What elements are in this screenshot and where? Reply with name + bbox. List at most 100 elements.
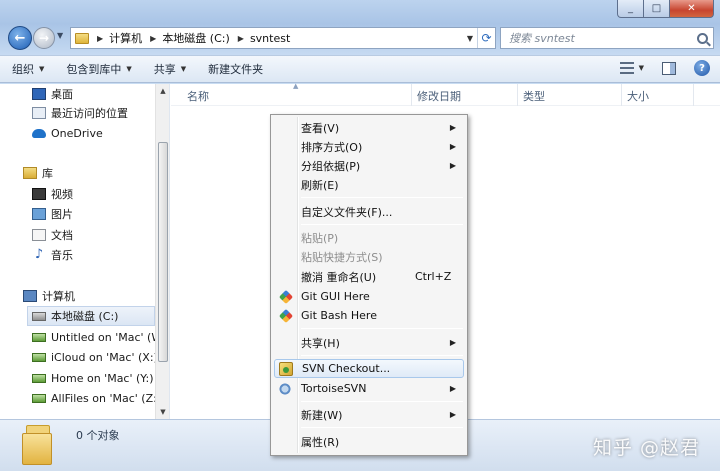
watermark-text: 知乎 @赵君 (592, 437, 700, 459)
folder-icon (22, 425, 58, 465)
back-button[interactable]: ← (8, 26, 32, 50)
minimize-button[interactable]: _ (617, 0, 644, 18)
views-icon[interactable] (619, 62, 634, 74)
column-name[interactable]: 名称 (187, 88, 209, 104)
menu-item-sort-by[interactable]: 排序方式(O) ▶ (274, 137, 464, 156)
menu-item-git-gui[interactable]: Git GUI Here (274, 287, 464, 306)
command-bar: 组织 ▼ 包含到库中 ▼ 共享 ▼ 新建文件夹 ▼ ? (0, 55, 720, 83)
nav-item-untitled-mac[interactable]: Untitled on 'Mac' (W (32, 327, 162, 347)
submenu-arrow-icon: ▶ (449, 384, 456, 393)
organize-button[interactable]: 组织 ▼ (12, 61, 44, 77)
nav-item-desktop[interactable]: 桌面 (32, 84, 73, 104)
column-date-modified[interactable]: 修改日期 (417, 88, 461, 104)
address-bar[interactable]: ▶ 计算机 ▶ 本地磁盘 (C:) ▶ svntest ▼ ⟳ (70, 27, 496, 49)
preview-pane-icon[interactable] (662, 61, 676, 75)
menu-item-label: 共享(H) (301, 336, 340, 350)
scroll-thumb[interactable] (158, 142, 168, 362)
breadcrumb-separator-icon[interactable]: ▶ (97, 34, 103, 43)
nav-item-pictures[interactable]: 图片 (32, 204, 73, 224)
search-icon[interactable] (697, 32, 708, 44)
nav-item-onedrive[interactable]: OneDrive (32, 123, 103, 143)
menu-item-share[interactable]: 共享(H) ▶ (274, 333, 464, 352)
menu-item-new[interactable]: 新建(W) ▶ (274, 405, 464, 424)
breadcrumb-separator-icon[interactable]: ▶ (150, 34, 156, 43)
menu-item-git-bash[interactable]: Git Bash Here (274, 306, 464, 325)
menu-separator (301, 427, 463, 428)
computer-icon (23, 290, 37, 302)
menu-item-label: 刷新(E) (301, 178, 339, 192)
menu-item-paste[interactable]: 粘贴(P) (274, 228, 464, 247)
column-divider[interactable] (621, 84, 622, 106)
video-icon (32, 188, 46, 200)
history-dropdown-icon[interactable]: ▼ (57, 31, 63, 40)
include-in-library-button[interactable]: 包含到库中 ▼ (66, 61, 131, 77)
desktop-icon (32, 88, 46, 100)
submenu-arrow-icon: ▶ (449, 161, 456, 170)
share-label: 共享 (153, 63, 176, 76)
include-in-library-label: 包含到库中 (66, 63, 122, 76)
new-folder-button[interactable]: 新建文件夹 (208, 61, 263, 77)
menu-item-tortoisesvn[interactable]: TortoiseSVN ▶ (274, 379, 464, 398)
git-gui-icon (278, 289, 294, 304)
menu-item-group-by[interactable]: 分组依据(P) ▶ (274, 156, 464, 175)
nav-item-home-mac[interactable]: Home on 'Mac' (Y:) (32, 368, 154, 388)
maximize-button[interactable]: □ (644, 0, 670, 18)
nav-item-libraries[interactable]: 库 (23, 163, 53, 183)
onedrive-icon (32, 128, 46, 138)
nav-item-label: 图片 (51, 208, 73, 221)
column-divider[interactable] (517, 84, 518, 106)
nav-item-label: 库 (42, 167, 53, 180)
breadcrumb-separator-icon[interactable]: ▶ (238, 34, 244, 43)
nav-item-label: 桌面 (51, 88, 73, 101)
nav-scrollbar[interactable]: ▲ ▼ (155, 84, 169, 419)
documents-icon (32, 229, 46, 241)
explorer-window: _ □ ✕ ← → ▼ ▶ 计算机 ▶ 本地磁盘 (C:) ▶ svntest … (0, 0, 720, 471)
music-icon: ♪ (34, 247, 44, 262)
nav-item-label: 音乐 (51, 249, 73, 262)
nav-item-documents[interactable]: 文档 (32, 225, 73, 245)
address-dropdown-icon[interactable]: ▼ (463, 34, 477, 43)
breadcrumb-svntest[interactable]: svntest (250, 32, 290, 45)
scroll-up-icon[interactable]: ▲ (156, 84, 169, 98)
views-dropdown-icon[interactable]: ▼ (639, 64, 644, 72)
nav-item-label: OneDrive (51, 126, 103, 140)
menu-item-customize-folder[interactable]: 自定义文件夹(F)... (274, 202, 464, 221)
tortoisesvn-icon (278, 381, 292, 396)
refresh-icon[interactable]: ⟳ (477, 28, 495, 48)
scroll-down-icon[interactable]: ▼ (156, 405, 169, 419)
menu-item-label: 新建(W) (301, 408, 343, 422)
menu-item-view[interactable]: 查看(V) ▶ (274, 118, 464, 137)
menu-item-properties[interactable]: 属性(R) (274, 432, 464, 451)
help-icon[interactable]: ? (694, 60, 710, 76)
nav-item-label: AllFiles on 'Mac' (Z:) (51, 391, 162, 405)
column-divider[interactable] (411, 84, 412, 106)
close-button[interactable]: ✕ (670, 0, 714, 18)
submenu-arrow-icon: ▶ (449, 338, 456, 347)
menu-separator (301, 355, 463, 356)
column-type[interactable]: 类型 (523, 88, 545, 104)
nav-item-computer[interactable]: 计算机 (23, 286, 75, 306)
nav-item-recent-places[interactable]: 最近访问的位置 (32, 103, 128, 123)
local-disk-icon (32, 311, 46, 321)
share-button[interactable]: 共享 ▼ (154, 61, 186, 77)
nav-item-label: 视频 (51, 188, 73, 201)
nav-item-videos[interactable]: 视频 (32, 184, 73, 204)
search-input[interactable]: 搜索 svntest (500, 27, 714, 49)
menu-item-undo-rename[interactable]: 撤消 重命名(U) Ctrl+Z (274, 267, 464, 286)
menu-item-paste-shortcut[interactable]: 粘贴快捷方式(S) (274, 247, 464, 266)
nav-item-allfiles-mac[interactable]: AllFiles on 'Mac' (Z:) (32, 388, 161, 408)
nav-item-music[interactable]: ♪ 音乐 (32, 245, 73, 265)
forward-button[interactable]: → (33, 27, 55, 49)
breadcrumb-local-disk[interactable]: 本地磁盘 (C:) (162, 30, 229, 46)
breadcrumb-computer[interactable]: 计算机 (109, 30, 142, 46)
menu-item-svn-checkout[interactable]: SVN Checkout... (274, 359, 464, 378)
menu-item-refresh[interactable]: 刷新(E) (274, 175, 464, 194)
folder-icon (75, 32, 89, 44)
menu-item-label: Git GUI Here (301, 290, 370, 303)
nav-item-local-disk[interactable]: 本地磁盘 (C:) (27, 306, 155, 326)
column-size[interactable]: 大小 (627, 88, 649, 104)
column-divider[interactable] (693, 84, 694, 106)
nav-item-icloud-mac[interactable]: iCloud on 'Mac' (X:) (32, 347, 158, 367)
menu-separator (301, 224, 463, 225)
menu-item-label: 属性(R) (301, 435, 340, 449)
